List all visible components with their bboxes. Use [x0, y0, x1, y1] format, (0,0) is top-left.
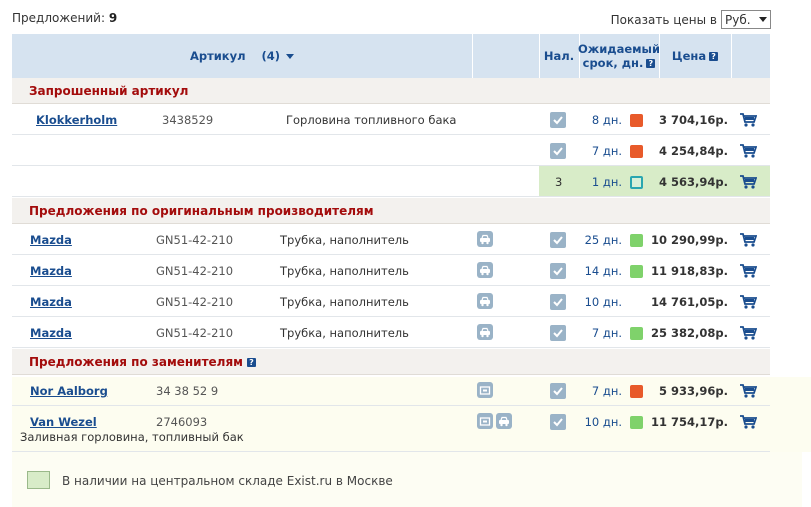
expected-days: 14 дн.	[584, 264, 622, 278]
car-icon	[477, 262, 493, 278]
section-title: Предложения по оригинальным производител…	[29, 204, 374, 218]
expected-days: 10 дн.	[584, 415, 622, 429]
price: 4 563,94р.	[659, 175, 728, 189]
price: 4 254,84р.	[659, 144, 728, 158]
table-row: Mazda GN51-42-210 Трубка, наполнитель 25 дн…	[12, 224, 770, 255]
price: 3 704,16р.	[659, 113, 728, 127]
currency-picker: Показать цены в Руб.	[611, 10, 771, 29]
table-row: Van Wezel 2746093 Заливная горловина, топл…	[12, 406, 770, 452]
check-icon	[550, 232, 566, 248]
table-row: 3 1 дн. 4 563,94р.	[12, 166, 770, 197]
cart-icon[interactable]	[739, 264, 758, 278]
check-icon	[550, 112, 566, 128]
article-number: GN51-42-210	[156, 295, 234, 309]
column-in-stock: Нал.	[543, 49, 575, 63]
expected-days: 7 дн.	[591, 144, 622, 158]
price: 14 761,05р.	[651, 295, 728, 309]
brand-link[interactable]: Klokkerholm	[36, 113, 117, 127]
help-icon[interactable]: ?	[246, 358, 256, 367]
offers-count-label: Предложений: 9	[12, 11, 118, 25]
car-icon	[477, 231, 493, 247]
price: 11 754,17р.	[651, 415, 728, 429]
cart-icon[interactable]	[739, 295, 758, 309]
cart-icon[interactable]	[739, 326, 758, 340]
article-number: 3438529	[162, 113, 214, 127]
article-number: 34 38 52 9	[156, 384, 219, 398]
check-icon	[550, 143, 566, 159]
offers-count: 9	[108, 11, 118, 25]
section-original: Предложения по оригинальным производител…	[12, 198, 770, 224]
help-icon[interactable]: ?	[646, 59, 656, 68]
expected-days: 10 дн.	[584, 295, 622, 309]
cart-icon[interactable]	[739, 113, 758, 127]
price: 11 918,83р.	[651, 264, 728, 278]
show-prices-label: Показать цены в	[610, 12, 717, 27]
description: Горловина топливного бака	[286, 113, 457, 127]
description: Трубка, наполнитель	[280, 233, 409, 247]
warehouse-icon	[477, 413, 493, 429]
table-row: Nor Aalborg 34 38 52 9 7 дн. 5 933,96р.	[12, 375, 770, 406]
column-expected-days: Ожидаемый срок, дн.?	[578, 42, 660, 70]
section-title: Предложения по заменителям?	[29, 355, 256, 369]
column-price: Цена?	[659, 34, 731, 78]
check-icon	[550, 294, 566, 310]
brand-link[interactable]: Van Wezel	[30, 415, 97, 429]
legend-text: В наличии на центральном складе Exist.ru…	[62, 474, 393, 488]
table-row: Klokkerholm 3438529 Горловина топливного б…	[12, 104, 770, 135]
description: Заливная горловина, топливный бак	[20, 430, 244, 444]
expected-days: 8 дн.	[591, 113, 622, 127]
check-icon	[550, 325, 566, 341]
expected-days: 1 дн.	[591, 175, 622, 189]
description: Трубка, наполнитель	[280, 295, 409, 309]
expected-days: 7 дн.	[591, 326, 622, 340]
cart-icon[interactable]	[739, 233, 758, 247]
cart-icon[interactable]	[739, 144, 758, 158]
cart-icon[interactable]	[739, 415, 758, 429]
car-icon	[477, 293, 493, 309]
description: Трубка, наполнитель	[280, 264, 409, 278]
section-substitutes: Предложения по заменителям?	[12, 349, 770, 375]
cart-icon[interactable]	[739, 175, 758, 189]
warehouse-icon	[477, 382, 493, 398]
check-icon	[550, 383, 566, 399]
chevron-down-icon	[759, 17, 767, 22]
check-icon	[550, 414, 566, 430]
section-requested: Запрошенный артикул	[12, 78, 770, 104]
price: 10 290,99р.	[651, 233, 728, 247]
brand-link[interactable]: Nor Aalborg	[30, 384, 108, 398]
currency-select[interactable]: Руб.	[721, 10, 771, 29]
article-number: 2746093	[156, 415, 208, 429]
table-row: Mazda GN51-42-210 Трубка, наполнитель 7 дн.…	[12, 317, 770, 348]
stock-quantity: 3	[555, 175, 563, 189]
table-row: 7 дн. 4 254,84р.	[12, 135, 770, 166]
description: Трубка, наполнитель	[280, 326, 409, 340]
help-icon[interactable]: ?	[709, 51, 719, 61]
check-icon	[550, 263, 566, 279]
car-icon	[477, 324, 493, 340]
legend-swatch	[27, 471, 50, 489]
brand-link[interactable]: Mazda	[30, 264, 72, 278]
table-row: Mazda GN51-42-210 Трубка, наполнитель 10 дн…	[12, 286, 770, 317]
sort-caret-icon[interactable]	[286, 53, 295, 59]
price: 5 933,96р.	[659, 384, 728, 398]
table-header: Артикул (4) Нал. Ожидаемый срок, дн.? Це…	[12, 34, 770, 78]
brand-link[interactable]: Mazda	[30, 233, 72, 247]
price: 25 382,08р.	[651, 326, 728, 340]
article-number: GN51-42-210	[156, 264, 234, 278]
table-row: Mazda GN51-42-210 Трубка, наполнитель 14 дн…	[12, 255, 770, 286]
brand-link[interactable]: Mazda	[30, 326, 72, 340]
car-icon	[496, 413, 512, 429]
brand-link[interactable]: Mazda	[30, 295, 72, 309]
expected-days: 25 дн.	[584, 233, 622, 247]
section-title: Запрошенный артикул	[29, 84, 189, 98]
expected-days: 7 дн.	[591, 384, 622, 398]
article-number: GN51-42-210	[156, 233, 234, 247]
cart-icon[interactable]	[739, 384, 758, 398]
article-number: GN51-42-210	[156, 326, 234, 340]
column-article[interactable]: Артикул (4)	[12, 34, 472, 78]
